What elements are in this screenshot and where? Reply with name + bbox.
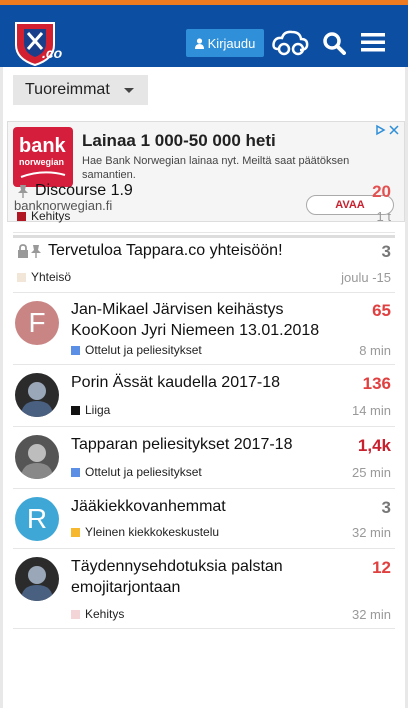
avatar[interactable]: F: [15, 301, 59, 345]
ad-title[interactable]: Lainaa 1 000-50 000 heti: [82, 131, 276, 151]
ad-logo-word: bank: [19, 135, 66, 157]
main-content: Tuoreimmat bank norwegian Lainaa 1 000-5…: [3, 67, 405, 708]
ad-close-icon[interactable]: [388, 124, 400, 136]
category-color-swatch: [71, 405, 80, 415]
activity-age[interactable]: joulu -15: [341, 270, 391, 285]
topic-row[interactable]: F Jan-Mikael Järvisen keihästys KooKoon Jy…: [13, 293, 395, 365]
category-label: Yhteisö: [31, 270, 72, 284]
avatar[interactable]: R: [15, 497, 59, 541]
avatar[interactable]: [15, 435, 59, 479]
topic-category[interactable]: Ottelut ja peliesitykset: [71, 343, 202, 357]
category-color-swatch: [71, 527, 80, 537]
lock-icon: [18, 244, 28, 258]
category-label: Kehitys: [85, 607, 125, 621]
hamburger-menu-icon[interactable]: [361, 32, 385, 52]
logo-text: .co: [42, 45, 63, 61]
reply-count[interactable]: 1,4k: [358, 436, 391, 456]
category-label: Liiga: [85, 403, 111, 417]
topic-row[interactable]: Tervetuloa Tappara.co yhteisöön! Yhteisö 3…: [13, 233, 395, 293]
topic-row[interactable]: R Jääkiekkovanhemmat Yleinen kiekkokeskust…: [13, 489, 395, 549]
topic-row[interactable]: Discourse 1.9 Kehitys 20 1 t: [13, 173, 395, 233]
topic-row[interactable]: Tapparan peliesitykset 2017-18 Ottelut ja…: [13, 427, 395, 489]
reply-count[interactable]: 3: [382, 498, 391, 518]
reply-count[interactable]: 20: [372, 182, 391, 202]
activity-age[interactable]: 8 min: [359, 343, 391, 358]
topic-title[interactable]: Jan-Mikael Järvisen keihästys: [71, 300, 345, 320]
reply-count[interactable]: 65: [372, 301, 391, 321]
activity-age[interactable]: 14 min: [352, 403, 391, 418]
category-color-swatch: [71, 345, 80, 355]
topic-title[interactable]: Discourse 1.9: [35, 181, 345, 201]
ad-choices[interactable]: [374, 124, 400, 136]
cloud-bike-icon[interactable]: [272, 29, 310, 57]
topic-category[interactable]: Ottelut ja peliesitykset: [71, 465, 202, 479]
user-photo-icon: [21, 566, 53, 601]
topic-category[interactable]: Kehitys: [17, 209, 70, 223]
topic-row[interactable]: Täydennysehdotuksia palstan emojitarjonta…: [13, 549, 395, 629]
category-color-swatch: [17, 272, 26, 282]
activity-age[interactable]: 1 t: [377, 209, 391, 224]
activity-age[interactable]: 32 min: [352, 525, 391, 540]
avatar[interactable]: [15, 557, 59, 601]
topic-category[interactable]: Yhteisö: [17, 270, 71, 284]
topic-title[interactable]: Jääkiekkovanhemmat: [71, 497, 345, 517]
caret-down-icon: [123, 87, 134, 93]
category-label: Yleinen kiekkokeskustelu: [85, 525, 220, 539]
avatar[interactable]: [15, 373, 59, 417]
topic-title[interactable]: Täydennysehdotuksia palstan: [71, 557, 345, 577]
user-icon: [194, 37, 204, 49]
reply-count[interactable]: 3: [382, 242, 391, 262]
search-icon[interactable]: [322, 31, 346, 55]
topic-category[interactable]: Yleinen kiekkokeskustelu: [71, 525, 219, 539]
category-color-swatch: [17, 211, 26, 221]
category-color-swatch: [71, 467, 80, 477]
topic-title[interactable]: Tapparan peliesitykset 2017-18: [71, 435, 345, 455]
topic-filter-dropdown[interactable]: Tuoreimmat: [13, 75, 148, 105]
category-label: Kehitys: [31, 209, 71, 223]
reply-count[interactable]: 136: [363, 374, 391, 394]
topic-category[interactable]: Kehitys: [71, 607, 124, 621]
topic-row[interactable]: Porin Ässät kaudella 2017-18 Liiga 136 14 m…: [13, 365, 395, 427]
login-button[interactable]: Kirjaudu: [186, 29, 264, 57]
category-label: Ottelut ja peliesitykset: [85, 465, 202, 479]
header-bar: .co Kirjaudu: [0, 0, 408, 67]
reply-count[interactable]: 12: [372, 558, 391, 578]
user-photo-icon: [21, 382, 53, 417]
activity-age[interactable]: 25 min: [352, 465, 391, 480]
user-photo-icon: [21, 444, 53, 479]
ad-choices-icon: [376, 124, 386, 136]
pin-icon: [18, 185, 28, 198]
topic-title[interactable]: Porin Ässät kaudella 2017-18: [71, 373, 345, 393]
category-label: Ottelut ja peliesitykset: [85, 343, 202, 357]
topic-category[interactable]: Liiga: [71, 403, 110, 417]
login-label: Kirjaudu: [207, 35, 256, 51]
activity-age[interactable]: 32 min: [352, 607, 391, 622]
filter-selected-label: Tuoreimmat: [25, 81, 110, 98]
pin-icon: [31, 245, 41, 258]
topic-title-line2[interactable]: KooKoon Jyri Niemeen 13.01.2018: [71, 321, 319, 341]
ad-logo-sub: norwegian: [19, 157, 65, 167]
category-color-swatch: [71, 609, 80, 619]
topic-title[interactable]: Tervetuloa Tappara.co yhteisöön!: [48, 241, 345, 261]
topic-title-line2[interactable]: emojitarjontaan: [71, 578, 180, 598]
